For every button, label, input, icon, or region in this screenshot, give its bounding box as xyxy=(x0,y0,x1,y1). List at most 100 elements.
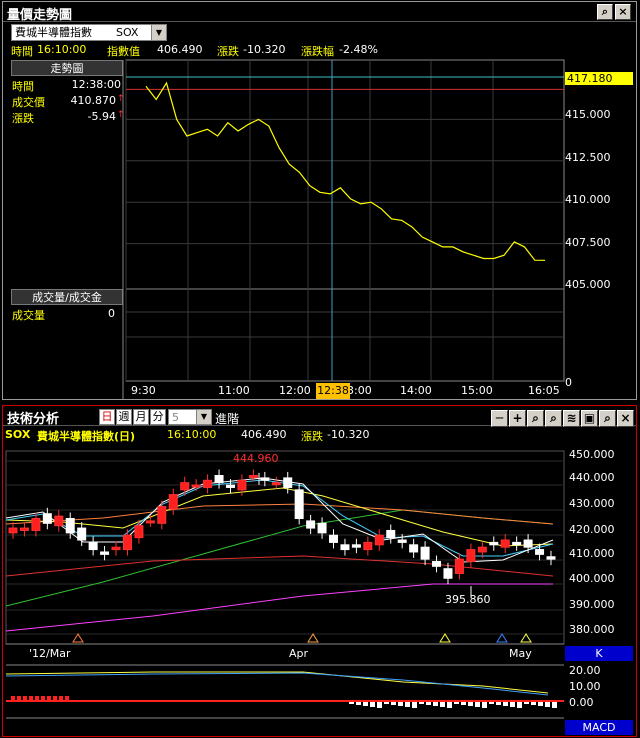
macd-hist-bar xyxy=(545,702,550,707)
macd-hist-bar xyxy=(398,702,403,706)
volume-value: 0 xyxy=(108,307,115,320)
macd-hist-bar xyxy=(440,702,445,707)
candle-body xyxy=(443,568,453,579)
tech-price: 406.490 xyxy=(241,428,287,441)
chevron-down-icon[interactable]: ▼ xyxy=(151,25,166,40)
macd-ytick-label: 10.00 xyxy=(569,680,601,693)
trend-window-title: 量價走勢圖 xyxy=(7,8,73,23)
trend-panel-header[interactable]: 走勢圖 xyxy=(11,60,123,76)
info-pct-label: 漲跌幅 xyxy=(301,45,334,58)
info-index: 406.490 xyxy=(157,43,203,56)
pan-left-icon[interactable]: ─ xyxy=(491,410,508,427)
ytick-label: 420.000 xyxy=(569,523,615,536)
row-price-label: 成交價 xyxy=(12,96,45,109)
zoom-icon[interactable]: ⌕ xyxy=(597,4,613,20)
macd-hist-bar xyxy=(53,696,57,701)
search-icon[interactable]: ⌕ xyxy=(599,410,616,427)
k-tag[interactable]: K xyxy=(565,646,633,661)
macd-tag[interactable]: MACD xyxy=(565,720,633,735)
candle-body xyxy=(523,539,533,548)
macd-ytick-label: 0.00 xyxy=(569,696,594,709)
row-change-label: 漲跌 xyxy=(12,112,34,125)
candle-body xyxy=(122,534,132,551)
magnify-icon[interactable]: ⌕ xyxy=(527,410,544,427)
candle-body xyxy=(203,479,213,488)
xtick-label: 16:05 xyxy=(528,384,560,397)
down-arrow-icon: ↑ xyxy=(117,110,125,120)
candle-body xyxy=(500,539,510,548)
macd-hist-bar xyxy=(531,702,536,705)
ma-line xyxy=(5,509,554,607)
current-price-tag: 417.180 xyxy=(565,72,633,85)
candle-body xyxy=(214,475,224,484)
signal-marker xyxy=(520,633,532,643)
candle-body xyxy=(477,546,487,553)
tech-symbol-code: SOX xyxy=(5,428,31,441)
magnify-plus-icon[interactable]: ⌕ xyxy=(545,410,562,427)
top-info-bar: 時間 16:10:00 指數值 406.490 漲跌 -10.320 漲跌幅 -… xyxy=(11,42,611,58)
signal-marker xyxy=(439,633,451,643)
candle-body xyxy=(248,475,258,479)
moving-average-lines xyxy=(5,477,554,632)
macd-hist-bar xyxy=(426,702,431,705)
macd-hist-bar xyxy=(419,702,424,704)
macd-hist-bar xyxy=(17,696,21,701)
macd-hist-bar xyxy=(384,702,389,704)
zoom-in-icon[interactable]: + xyxy=(509,410,526,427)
candle-body xyxy=(546,556,556,560)
xtick-label: 14:00 xyxy=(400,384,432,397)
candle-body xyxy=(535,549,545,555)
signal-marker xyxy=(72,633,84,643)
candle-body xyxy=(397,539,407,543)
candle-body xyxy=(180,482,190,491)
save-icon[interactable]: ▣ xyxy=(581,410,598,427)
ma-line xyxy=(5,503,554,525)
macd-hist-bar xyxy=(377,702,382,708)
period-month-button[interactable]: 月 xyxy=(133,409,149,425)
candle-body xyxy=(351,544,361,548)
period-day-button[interactable]: 日 xyxy=(99,409,115,425)
low-price-label: 395.860 xyxy=(445,593,491,606)
macd-hist-bar xyxy=(433,702,438,706)
macd-hist-bar xyxy=(11,696,15,701)
trend-window-titlebar[interactable]: 量價走勢圖 ⌕ × xyxy=(3,2,636,23)
chart-settings-icon[interactable]: ≋ xyxy=(563,410,580,427)
intraday-price-series xyxy=(145,81,546,261)
ma-line xyxy=(5,477,554,563)
candlestick-series xyxy=(8,469,556,597)
candle-body xyxy=(294,489,304,520)
close-icon[interactable]: × xyxy=(615,4,631,20)
ytick-label: 415.000 xyxy=(565,108,611,121)
candlestick-chart[interactable] xyxy=(3,406,636,736)
candle-body xyxy=(374,534,384,546)
info-change: -10.320 xyxy=(243,43,286,56)
row-price-value: 410.870 xyxy=(70,94,117,107)
macd-hist-bar xyxy=(482,702,487,708)
ytick-label: 407.500 xyxy=(565,236,611,249)
candle-body xyxy=(111,546,121,551)
technical-window: 技術分析 日 週 月 分 5 ▼ 進階 ─ + ⌕ ⌕ ≋ ▣ ⌕ × SOX … xyxy=(2,405,637,737)
candle-body xyxy=(409,544,419,553)
row-time-value: 12:38:00 xyxy=(71,78,121,91)
ytick-label: 380.000 xyxy=(569,623,615,636)
candle-body xyxy=(466,549,476,563)
period-minute-button[interactable]: 分 xyxy=(150,409,166,425)
macd-hist-bar xyxy=(363,702,368,706)
macd-hist-bar xyxy=(496,702,501,705)
advanced-link[interactable]: 進階 xyxy=(215,410,239,427)
chevron-down-icon[interactable]: ▼ xyxy=(196,410,211,424)
ytick-label: 430.000 xyxy=(569,497,615,510)
macd-hist-bar xyxy=(475,702,480,707)
candle-body xyxy=(191,484,201,488)
candle-body xyxy=(454,558,464,574)
symbol-select[interactable]: 費城半導體指數 SOX ▼ xyxy=(11,24,167,41)
interval-select[interactable]: 5 ▼ xyxy=(168,409,212,425)
xtick-label: 9:30 xyxy=(131,384,156,397)
macd-hist-bar xyxy=(503,702,508,706)
close-icon[interactable]: × xyxy=(617,410,634,427)
period-week-button[interactable]: 週 xyxy=(116,409,132,425)
info-time-label: 時間 xyxy=(11,45,33,58)
macd-hist-bar xyxy=(349,702,354,704)
macd-hist-bar xyxy=(510,702,515,707)
volume-panel-header[interactable]: 成交量/成交金 xyxy=(11,289,123,305)
